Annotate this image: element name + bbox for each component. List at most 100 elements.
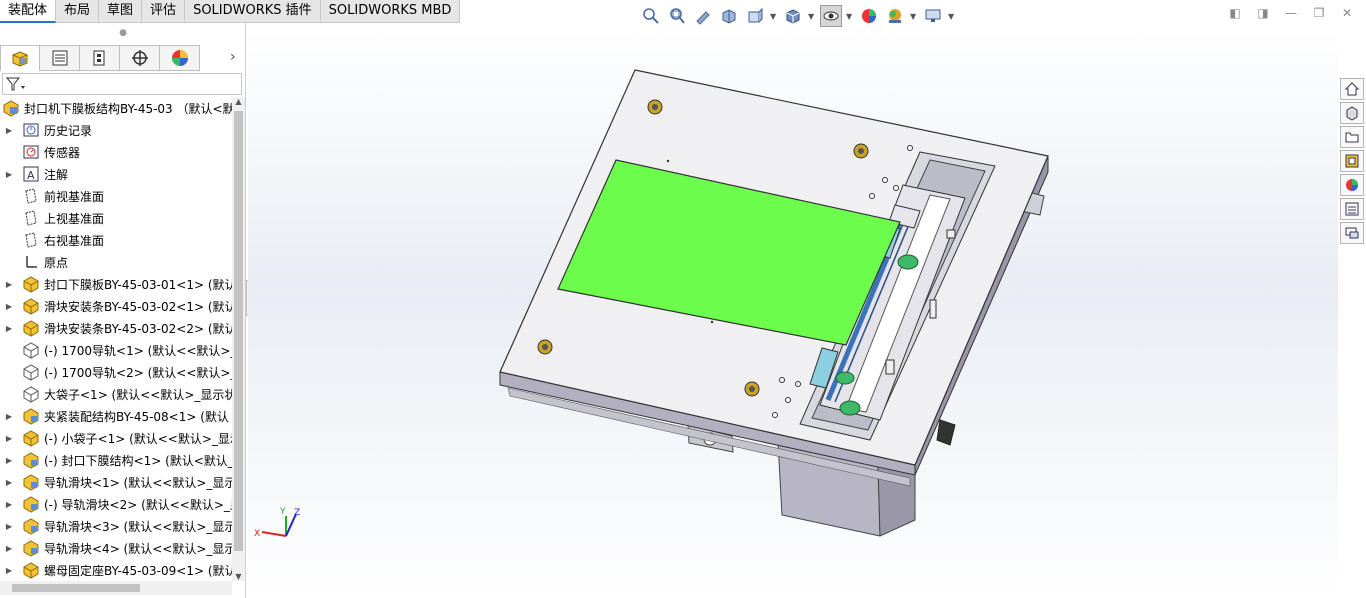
part-outline-icon: [22, 385, 40, 403]
appearances-icon[interactable]: [1340, 174, 1364, 196]
more-tabs-chevron-icon[interactable]: ›: [230, 49, 236, 65]
tree-item-label: 导轨滑块<4> (默认<<默认>_显示: [44, 541, 232, 556]
tree-item[interactable]: (-) 1700导轨<2> (默认<<默认>_: [0, 361, 232, 383]
panel-right-icon[interactable]: ◨: [1256, 6, 1270, 20]
expand-arrow-icon[interactable]: ▶: [4, 324, 14, 333]
panel-grip[interactable]: ●: [0, 23, 246, 43]
tree-item[interactable]: 前视基准面: [0, 185, 232, 207]
expand-arrow-icon[interactable]: ▶: [4, 302, 14, 311]
feature-manager-tabs: [0, 45, 200, 71]
tree-item-label: 大袋子<1> (默认<<默认>_显示状: [44, 387, 232, 402]
display-style-dropdown[interactable]: ▼: [808, 12, 816, 21]
tree-item-label: 螺母固定座BY-45-03-09<1> (默认: [44, 563, 232, 578]
tree-item[interactable]: 右视基准面: [0, 229, 232, 251]
expand-arrow-icon[interactable]: ▶: [4, 280, 14, 289]
forum-icon[interactable]: [1340, 222, 1364, 244]
part-icon: [22, 561, 40, 579]
home-icon[interactable]: [1340, 78, 1364, 100]
apply-scene-dropdown[interactable]: ▼: [910, 12, 918, 21]
restore-icon[interactable]: ❐: [1312, 6, 1326, 20]
expand-arrow-icon[interactable]: ▶: [4, 170, 14, 179]
tree-item[interactable]: ▶ 导轨滑块<1> (默认<<默认>_显示: [0, 471, 232, 493]
tree-filter[interactable]: [2, 73, 242, 95]
featuremanager-tab[interactable]: [0, 45, 40, 71]
hscroll-thumb[interactable]: [12, 584, 140, 592]
ribbon-tab[interactable]: 草图: [99, 0, 143, 23]
minimize-icon[interactable]: —: [1284, 6, 1298, 20]
section-view-icon[interactable]: [718, 5, 740, 27]
custom-properties-icon[interactable]: [1340, 198, 1364, 220]
view-settings-dropdown[interactable]: ▼: [948, 12, 956, 21]
reference-triad: X Y Z: [254, 507, 300, 539]
tree-item[interactable]: 原点: [0, 251, 232, 273]
tree-vertical-scrollbar[interactable]: ▲ ▼: [232, 97, 245, 581]
tree-item[interactable]: ▶ 导轨滑块<4> (默认<<默认>_显示: [0, 537, 232, 559]
tree-item[interactable]: ▶ A 注解: [0, 163, 232, 185]
command-manager-tabs: 装配体 布局 草图 评估 SOLIDWORKS 插件 SOLIDWORKS MBD: [0, 0, 461, 23]
tree-item[interactable]: ▶ 夹紧装配结构BY-45-08<1> (默认: [0, 405, 232, 427]
propertymanager-tab[interactable]: [40, 45, 80, 71]
tree-item[interactable]: 上视基准面: [0, 207, 232, 229]
tree-item[interactable]: ▶ 导轨滑块<3> (默认<<默认>_显示: [0, 515, 232, 537]
filter-icon: [5, 77, 25, 91]
display-style-icon[interactable]: [782, 5, 804, 27]
scroll-down-icon[interactable]: ▼: [232, 572, 245, 581]
tree-item[interactable]: ▶ 历史记录: [0, 119, 232, 141]
assembly-icon: [22, 539, 40, 557]
close-icon[interactable]: ✕: [1340, 6, 1354, 20]
scroll-thumb[interactable]: [234, 111, 243, 551]
file-explorer-icon[interactable]: [1340, 126, 1364, 148]
expand-arrow-icon[interactable]: ▶: [4, 412, 14, 421]
expand-arrow-icon[interactable]: ▶: [4, 434, 14, 443]
view-settings-icon[interactable]: [922, 5, 944, 27]
dimxpert-tab[interactable]: [120, 45, 160, 71]
configurationmanager-tab[interactable]: [80, 45, 120, 71]
displaymanager-tab[interactable]: [160, 45, 200, 71]
edit-appearance-icon[interactable]: [858, 5, 880, 27]
zoom-to-area-icon[interactable]: [666, 5, 688, 27]
tree-item[interactable]: ▶ 螺母固定座BY-45-03-09<1> (默认: [0, 559, 232, 581]
ribbon-tab[interactable]: 布局: [56, 0, 100, 23]
tree-item[interactable]: ▶ (-) 封口下膜结构<1> (默认<默认_: [0, 449, 232, 471]
scroll-up-icon[interactable]: ▲: [232, 97, 245, 106]
feature-manager-panel: ● › 封口机下膜板结构BY-45-03 （默认<默认 ▶ 历史记录 传感器 ▶…: [0, 23, 246, 598]
tree-item[interactable]: 传感器: [0, 141, 232, 163]
zoom-to-fit-icon[interactable]: [640, 5, 662, 27]
panel-left-icon[interactable]: ◧: [1228, 6, 1242, 20]
expand-arrow-icon[interactable]: ▶: [4, 566, 14, 575]
tree-item[interactable]: 大袋子<1> (默认<<默认>_显示状: [0, 383, 232, 405]
part-icon: [22, 275, 40, 293]
hide-show-dropdown[interactable]: ▼: [846, 12, 854, 21]
expand-arrow-icon[interactable]: ▶: [4, 456, 14, 465]
tree-item[interactable]: ▶ (-) 小袋子<1> (默认<<默认>_显示: [0, 427, 232, 449]
ribbon-tab[interactable]: 装配体: [0, 0, 57, 23]
tree-item[interactable]: (-) 1700导轨<1> (默认<<默认>_: [0, 339, 232, 361]
tree-root-label: 封口机下膜板结构BY-45-03 （默认<默认: [24, 101, 232, 116]
tree-item[interactable]: ▶ 滑块安装条BY-45-03-02<2> (默认: [0, 317, 232, 339]
previous-view-icon[interactable]: [692, 5, 714, 27]
ribbon-tab[interactable]: 评估: [142, 0, 186, 23]
view-palette-icon[interactable]: [1340, 150, 1364, 172]
expand-arrow-icon[interactable]: ▶: [4, 522, 14, 531]
tree-horizontal-scrollbar[interactable]: [0, 581, 232, 595]
tree-item-label: 历史记录: [44, 123, 93, 138]
graphics-viewport[interactable]: [248, 30, 1338, 598]
expand-arrow-icon[interactable]: ▶: [4, 126, 14, 135]
expand-arrow-icon[interactable]: ▶: [4, 500, 14, 509]
view-orientation-dropdown[interactable]: ▼: [770, 12, 778, 21]
apply-scene-icon[interactable]: [884, 5, 906, 27]
heads-up-view-toolbar: ▼ ▼ ▼ ▼ ▼: [640, 3, 956, 29]
expand-arrow-icon[interactable]: ▶: [4, 544, 14, 553]
tree-item-label: 夹紧装配结构BY-45-08<1> (默认: [44, 409, 229, 424]
expand-arrow-icon[interactable]: ▶: [4, 478, 14, 487]
tree-item[interactable]: ▶ (-) 导轨滑块<2> (默认<<默认>_显: [0, 493, 232, 515]
view-orientation-icon[interactable]: [744, 5, 766, 27]
ribbon-tab[interactable]: SOLIDWORKS 插件: [185, 0, 321, 23]
plane-icon: [22, 209, 40, 227]
hide-show-items-icon[interactable]: [820, 5, 842, 27]
tree-item[interactable]: ▶ 滑块安装条BY-45-03-02<1> (默认: [0, 295, 232, 317]
design-library-icon[interactable]: [1340, 102, 1364, 124]
ribbon-tab[interactable]: SOLIDWORKS MBD: [320, 0, 461, 23]
tree-item[interactable]: ▶ 封口下膜板BY-45-03-01<1> (默认: [0, 273, 232, 295]
tree-root[interactable]: 封口机下膜板结构BY-45-03 （默认<默认: [0, 97, 232, 119]
